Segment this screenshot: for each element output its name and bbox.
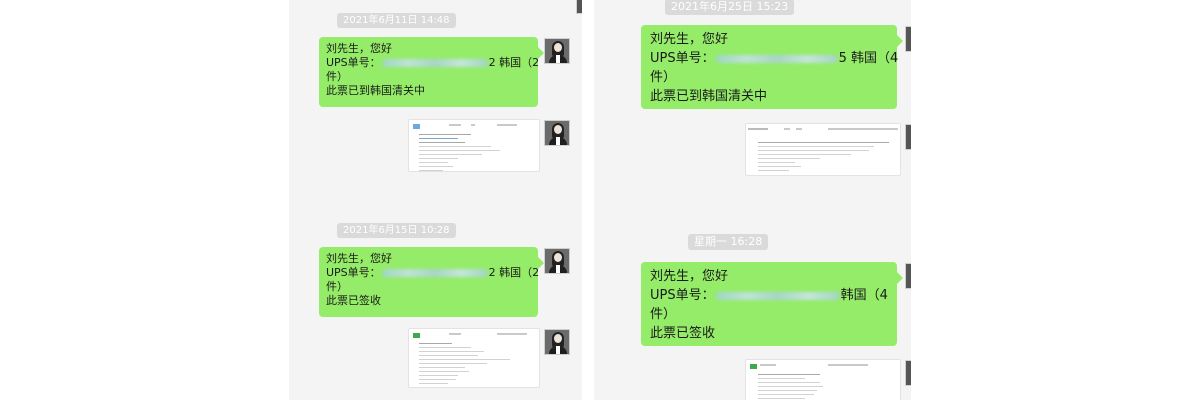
- redacted-tracking-number: [381, 269, 488, 277]
- redacted-tracking-number: [715, 54, 838, 63]
- message-bubble[interactable]: 刘先生，您好 UPS单号： 2 韩国（2 件） 此票已到韩国清关中: [319, 37, 544, 107]
- tracking-destination: 韩国（4: [840, 288, 888, 303]
- message-piece-count: 件）: [650, 70, 677, 85]
- message-tracking-line: UPS单号： 5 韩国（4: [650, 49, 898, 68]
- bubble-tail: [897, 272, 903, 284]
- message-bubble[interactable]: 刘先生，您好 UPS单号： 韩国（4 件） 此票已签收: [641, 262, 903, 346]
- tracking-label: UPS单号：: [326, 266, 381, 279]
- message-greeting: 刘先生，您好: [326, 252, 392, 265]
- tracking-label: UPS单号：: [650, 51, 715, 66]
- attachment-document-screenshot[interactable]: [745, 359, 901, 400]
- sender-avatar-partial[interactable]: [905, 360, 911, 386]
- message-tracking-line: UPS单号： 韩国（4: [650, 286, 888, 305]
- tracking-label: UPS单号：: [326, 56, 381, 69]
- message-status: 此票已签收: [650, 326, 716, 341]
- tracking-destination: 2 韩国（2: [488, 56, 540, 69]
- chat-panel-right: 2021年6月25日 15:23 刘先生，您好 UPS单号： 5 韩国（4 件） …: [594, 0, 911, 400]
- sender-avatar[interactable]: [544, 38, 570, 64]
- sender-avatar[interactable]: [544, 248, 570, 274]
- message-status: 此票已到韩国清关中: [326, 84, 425, 97]
- tracking-destination: 2 韩国（2: [488, 266, 540, 279]
- sender-avatar[interactable]: [544, 120, 570, 146]
- attachment-document-screenshot[interactable]: [745, 123, 901, 176]
- message-piece-count: 件）: [326, 70, 348, 83]
- tracking-destination: 5 韩国（4: [838, 51, 899, 66]
- message-greeting: 刘先生，您好: [650, 269, 729, 284]
- message-bubble[interactable]: 刘先生，您好 UPS单号： 2 韩国（2 件） 此票已签收: [319, 247, 544, 317]
- sender-avatar-partial[interactable]: [905, 124, 911, 150]
- sender-avatar[interactable]: [544, 329, 570, 355]
- message-piece-count: 件）: [326, 280, 348, 293]
- attachment-document-screenshot[interactable]: [408, 119, 540, 172]
- message-piece-count: 件）: [650, 307, 677, 322]
- message-status: 此票已到韩国清关中: [650, 89, 768, 104]
- message-tracking-line: UPS单号： 2 韩国（2: [326, 56, 539, 70]
- timestamp: 2021年6月15日 10:28: [337, 223, 456, 238]
- message-greeting: 刘先生，您好: [650, 32, 729, 47]
- attachment-document-screenshot[interactable]: [408, 328, 540, 388]
- message-bubble[interactable]: 刘先生，您好 UPS单号： 5 韩国（4 件） 此票已到韩国清关中: [641, 25, 903, 109]
- bubble-tail: [897, 35, 903, 47]
- message-tracking-line: UPS单号： 2 韩国（2: [326, 266, 539, 280]
- redacted-tracking-number: [381, 59, 488, 67]
- chat-screenshot-collage: 2021年6月11日 14:48 刘先生，您好 UPS单号： 2 韩国（2 件） …: [0, 0, 1200, 400]
- document-logo-icon: [750, 364, 757, 369]
- tracking-label: UPS单号：: [650, 288, 715, 303]
- message-greeting: 刘先生，您好: [326, 42, 392, 55]
- sender-avatar-partial[interactable]: [905, 26, 911, 52]
- document-logo-icon: [413, 124, 420, 129]
- timestamp: 2021年6月11日 14:48: [337, 13, 456, 28]
- redacted-tracking-number: [715, 291, 840, 300]
- message-status: 此票已签收: [326, 294, 381, 307]
- sender-avatar-partial[interactable]: [905, 263, 911, 289]
- timestamp: 星期一 16:28: [688, 234, 769, 250]
- document-logo-icon: [413, 333, 420, 338]
- chat-panel-left: 2021年6月11日 14:48 刘先生，您好 UPS单号： 2 韩国（2 件） …: [289, 0, 582, 400]
- timestamp: 2021年6月25日 15:23: [665, 0, 795, 15]
- avatar-partial[interactable]: [576, 0, 582, 14]
